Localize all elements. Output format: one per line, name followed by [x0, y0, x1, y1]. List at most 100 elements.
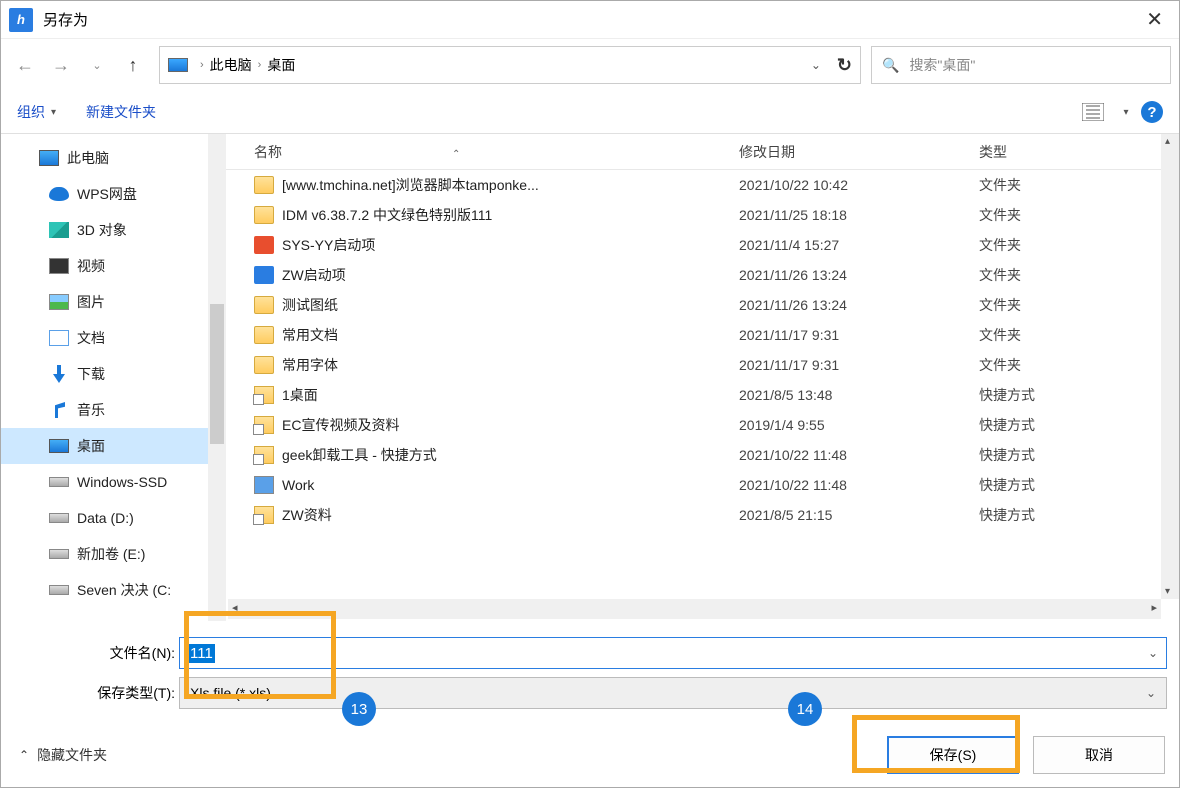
- tree-item[interactable]: 视频: [1, 248, 226, 284]
- file-icon: [254, 386, 274, 404]
- cancel-button[interactable]: 取消: [1033, 736, 1165, 774]
- tree-item[interactable]: 下载: [1, 356, 226, 392]
- tree-root[interactable]: 此电脑: [1, 140, 226, 176]
- file-date: 2019/1/4 9:55: [739, 417, 979, 433]
- tree-item-label: 桌面: [77, 436, 105, 456]
- file-row[interactable]: ZW启动项2021/11/26 13:24文件夹: [226, 260, 1179, 290]
- file-type: 文件夹: [979, 355, 1179, 375]
- doc-icon: [49, 330, 69, 346]
- file-row[interactable]: 常用字体2021/11/17 9:31文件夹: [226, 350, 1179, 380]
- tree-item[interactable]: 音乐: [1, 392, 226, 428]
- tree-item[interactable]: 图片: [1, 284, 226, 320]
- tree-item[interactable]: Data (D:): [1, 500, 226, 536]
- tree-item[interactable]: Windows-SSD: [1, 464, 226, 500]
- pc-icon: [168, 58, 188, 72]
- view-mode-button[interactable]: [1075, 98, 1111, 126]
- chevron-down-icon: ▾: [51, 107, 56, 118]
- navbar: ← → ⌄ ↑ › 此电脑 › 桌面 ⌄ ↻ 🔍 搜索"桌面": [1, 39, 1179, 91]
- tree-item[interactable]: 文档: [1, 320, 226, 356]
- tree-item[interactable]: 3D 对象: [1, 212, 226, 248]
- file-row[interactable]: geek卸载工具 - 快捷方式2021/10/22 11:48快捷方式: [226, 440, 1179, 470]
- dl-icon: [49, 365, 69, 383]
- disk-icon: [49, 477, 69, 487]
- tree-item[interactable]: Seven 决决 (C:: [1, 572, 226, 608]
- file-name: [www.tmchina.net]浏览器脚本tamponke...: [282, 175, 739, 195]
- save-button[interactable]: 保存(S): [887, 736, 1019, 774]
- file-row[interactable]: IDM v6.38.7.2 中文绿色特别版1112021/11/25 18:18…: [226, 200, 1179, 230]
- file-date: 2021/10/22 11:48: [739, 447, 979, 463]
- tree-item[interactable]: 桌面: [1, 428, 226, 464]
- file-row[interactable]: Work2021/10/22 11:48快捷方式: [226, 470, 1179, 500]
- file-type: 文件夹: [979, 325, 1179, 345]
- toolbar: 组织▾ 新建文件夹 ▾ ?: [1, 91, 1179, 133]
- filename-input[interactable]: 111 ⌄: [179, 637, 1167, 669]
- sort-indicator: ⌃: [452, 149, 460, 160]
- file-row[interactable]: ZW资料2021/8/5 21:15快捷方式: [226, 500, 1179, 530]
- titlebar: h 另存为 ✕: [1, 1, 1179, 39]
- file-row[interactable]: 1桌面2021/8/5 13:48快捷方式: [226, 380, 1179, 410]
- close-button[interactable]: ✕: [1138, 7, 1171, 32]
- addr-dropdown-icon[interactable]: ⌄: [811, 58, 821, 72]
- file-date: 2021/11/25 18:18: [739, 207, 979, 223]
- file-name: SYS-YY启动项: [282, 235, 739, 255]
- file-name: 测试图纸: [282, 295, 739, 315]
- file-type: 快捷方式: [979, 505, 1179, 525]
- tree-item-label: WPS网盘: [77, 184, 137, 204]
- pic-icon: [49, 294, 69, 310]
- file-type: 文件夹: [979, 205, 1179, 225]
- scroll-down-icon[interactable]: ▾: [1165, 586, 1170, 597]
- hide-folders-button[interactable]: ⌃ 隐藏文件夹: [19, 745, 107, 765]
- tree-scrollbar[interactable]: [208, 134, 226, 621]
- col-type[interactable]: 类型: [979, 142, 1179, 162]
- forward-button[interactable]: →: [45, 49, 77, 81]
- file-row[interactable]: SYS-YY启动项2021/11/4 15:27文件夹: [226, 230, 1179, 260]
- file-icon: [254, 356, 274, 374]
- video-icon: [49, 258, 69, 274]
- disk-icon: [49, 549, 69, 559]
- file-list: 名称⌃ 修改日期 类型 [www.tmchina.net]浏览器脚本tampon…: [226, 134, 1179, 621]
- tree-item-label: 下载: [77, 364, 105, 384]
- scroll-left-icon[interactable]: ◂: [232, 601, 238, 614]
- back-button[interactable]: ←: [9, 49, 41, 81]
- file-date: 2021/8/5 13:48: [739, 387, 979, 403]
- search-input[interactable]: 🔍 搜索"桌面": [871, 46, 1171, 84]
- filetype-select[interactable]: Xls file (*.xls) ⌄: [179, 677, 1167, 709]
- address-bar[interactable]: › 此电脑 › 桌面 ⌄ ↻: [159, 46, 861, 84]
- up-button[interactable]: ↑: [117, 49, 149, 81]
- desktop-icon: [49, 439, 69, 453]
- tree-item-label: Data (D:): [77, 510, 134, 526]
- scroll-thumb[interactable]: [210, 304, 224, 444]
- tree-item-label: 3D 对象: [77, 220, 127, 240]
- file-row[interactable]: 常用文档2021/11/17 9:31文件夹: [226, 320, 1179, 350]
- file-type: 文件夹: [979, 235, 1179, 255]
- annotation-badge-13: 13: [342, 692, 376, 726]
- v-scrollbar[interactable]: ▴ ▾: [1161, 134, 1179, 599]
- new-folder-button[interactable]: 新建文件夹: [86, 102, 156, 122]
- h-scrollbar[interactable]: ◂ ▸: [228, 599, 1161, 619]
- col-name[interactable]: 名称⌃: [254, 142, 739, 162]
- save-form: 文件名(N): 111 ⌄ 保存类型(T): Xls file (*.xls) …: [1, 621, 1179, 723]
- tree-item-label: 新加卷 (E:): [77, 544, 145, 564]
- scroll-up-icon[interactable]: ▴: [1165, 136, 1170, 147]
- breadcrumb-leaf[interactable]: 桌面: [267, 55, 295, 75]
- tree-item[interactable]: 新加卷 (E:): [1, 536, 226, 572]
- file-name: Work: [282, 477, 739, 493]
- col-date[interactable]: 修改日期: [739, 142, 979, 162]
- file-row[interactable]: EC宣传视频及资料2019/1/4 9:55快捷方式: [226, 410, 1179, 440]
- disk-icon: [49, 513, 69, 523]
- organize-menu[interactable]: 组织▾: [17, 102, 56, 122]
- file-row[interactable]: 测试图纸2021/11/26 13:24文件夹: [226, 290, 1179, 320]
- filename-dropdown-icon[interactable]: ⌄: [1148, 646, 1158, 660]
- recent-dropdown[interactable]: ⌄: [81, 49, 113, 81]
- file-type: 快捷方式: [979, 475, 1179, 495]
- tree-item[interactable]: WPS网盘: [1, 176, 226, 212]
- scroll-right-icon[interactable]: ▸: [1151, 601, 1157, 614]
- refresh-button[interactable]: ↻: [837, 55, 852, 76]
- help-button[interactable]: ?: [1141, 101, 1163, 123]
- view-mode-dropdown[interactable]: ▾: [1117, 98, 1135, 126]
- filetype-dropdown-icon[interactable]: ⌄: [1146, 686, 1156, 700]
- annotation-badge-14: 14: [788, 692, 822, 726]
- file-type: 文件夹: [979, 295, 1179, 315]
- breadcrumb-root[interactable]: 此电脑: [210, 55, 252, 75]
- file-row[interactable]: [www.tmchina.net]浏览器脚本tamponke...2021/10…: [226, 170, 1179, 200]
